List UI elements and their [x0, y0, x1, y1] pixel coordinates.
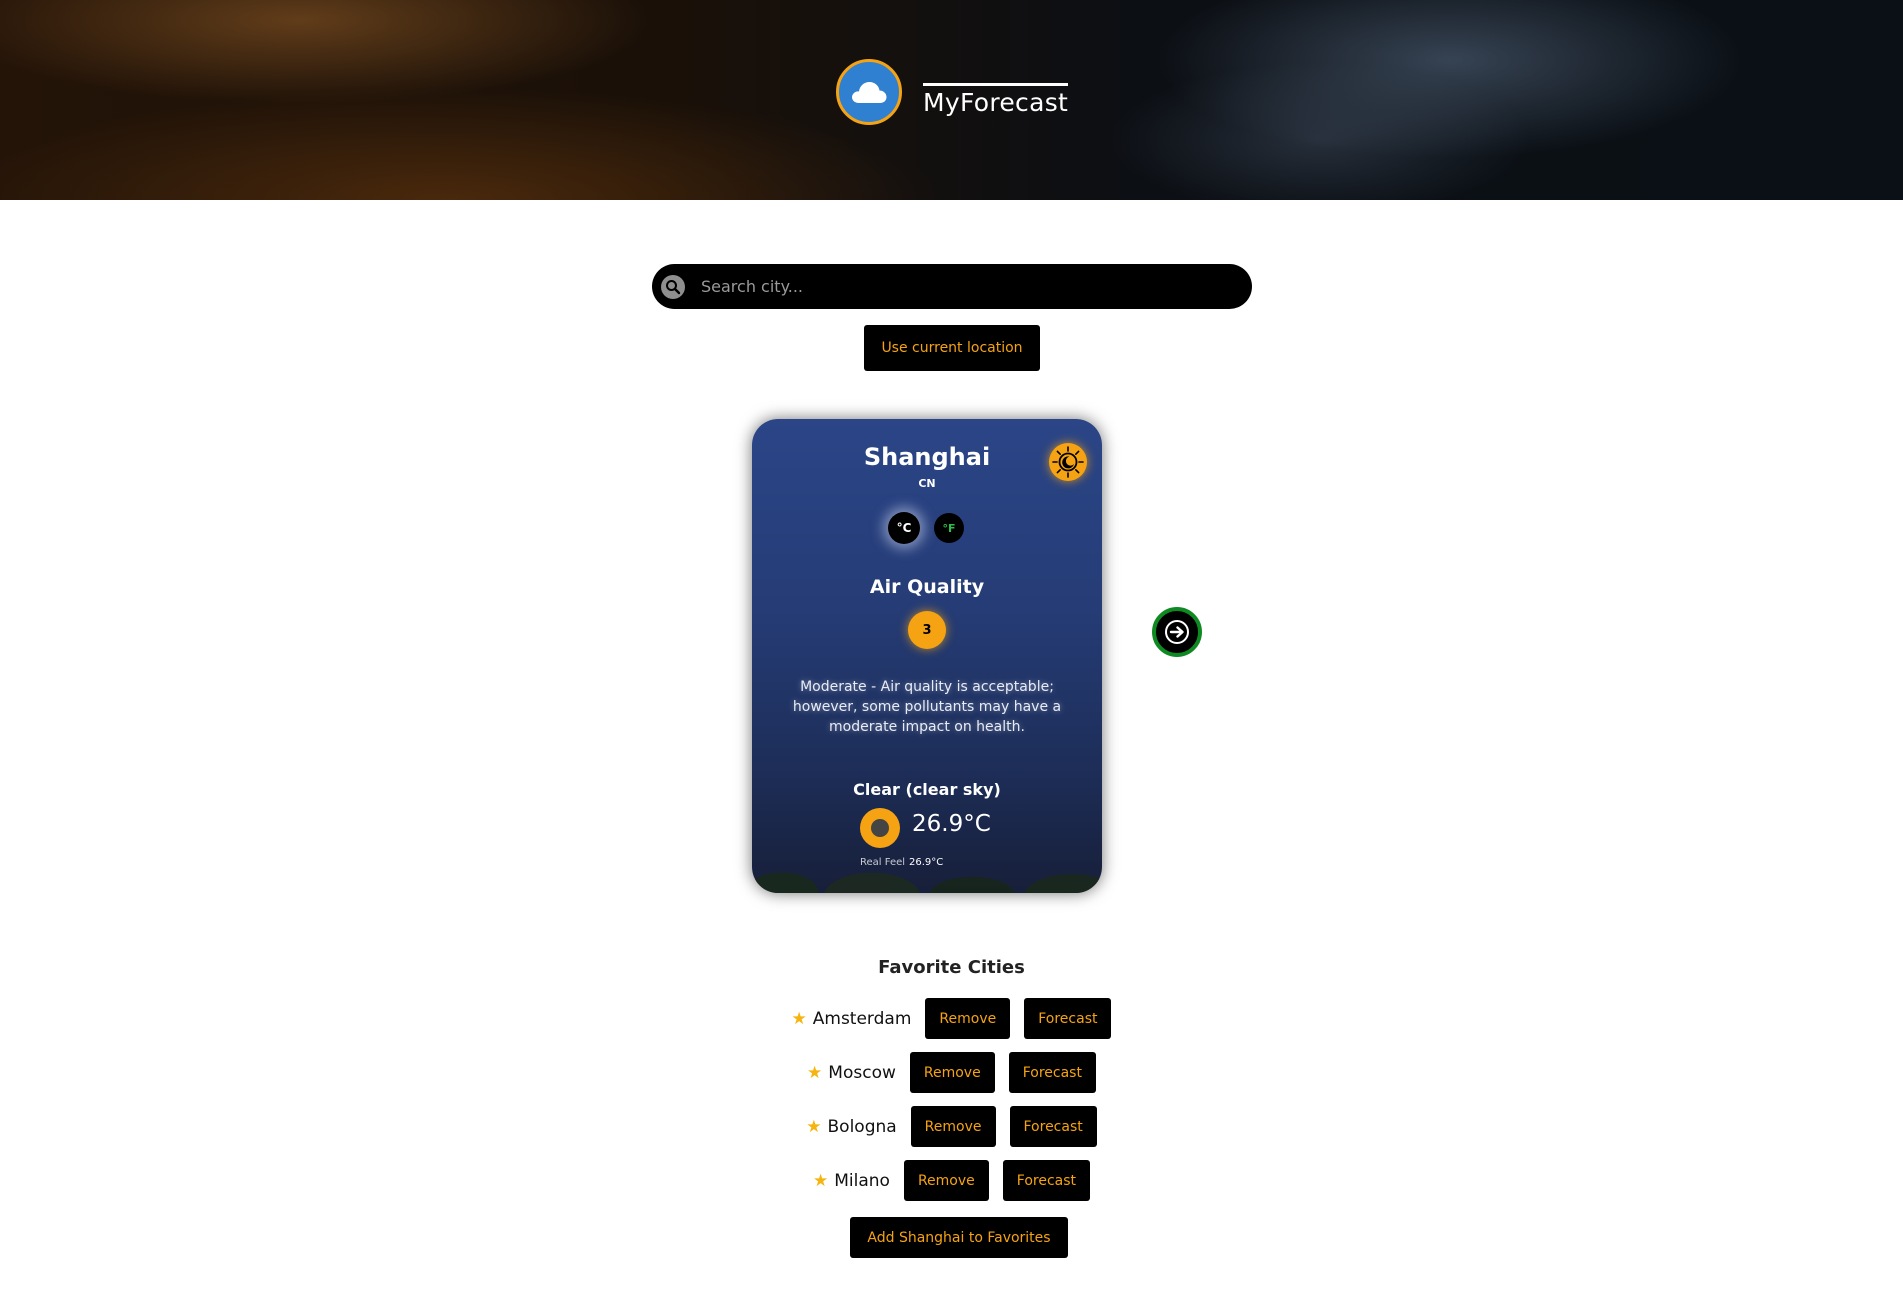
star-icon: ★: [812, 1170, 829, 1191]
celsius-toggle[interactable]: °C: [888, 512, 920, 544]
real-feel-label: Real Feel: [860, 857, 906, 868]
favorite-item: ★ Amsterdam Remove Forecast: [0, 998, 1903, 1039]
air-quality-index-badge: 3: [908, 611, 946, 649]
header-banner: MyForecast: [0, 0, 1903, 200]
app-logo: [836, 59, 902, 125]
favorite-item: ★ Milano Remove Forecast: [0, 1160, 1903, 1201]
remove-favorite-button[interactable]: Remove: [903, 1160, 989, 1201]
remove-favorite-button[interactable]: Remove: [925, 998, 1011, 1039]
star-icon: ★: [807, 1062, 823, 1083]
country-code: CN: [918, 477, 936, 490]
sun-moon-icon: [1052, 446, 1084, 478]
cloud-icon: [852, 82, 887, 103]
weather-card: Shanghai CN °C °F Air Quality 3 Moderate…: [752, 419, 1102, 893]
temperature: 26.9°C: [912, 811, 991, 837]
app-title: MyForecast: [923, 83, 1069, 117]
favorite-item: ★ Moscow Remove Forecast: [0, 1052, 1903, 1093]
clear-sky-icon: [860, 808, 900, 848]
remove-favorite-button[interactable]: Remove: [909, 1052, 995, 1093]
add-to-favorites-button[interactable]: Add Shanghai to Favorites: [850, 1217, 1068, 1258]
theme-toggle-button[interactable]: [1049, 443, 1087, 481]
favorite-city-name: Moscow: [828, 1062, 896, 1083]
favorite-city-name: Amsterdam: [812, 1008, 912, 1029]
search-bar[interactable]: [652, 264, 1252, 309]
weather-condition: Clear (clear sky): [853, 780, 1001, 799]
fahrenheit-toggle[interactable]: °F: [934, 513, 964, 543]
forecast-button[interactable]: Forecast: [1024, 998, 1112, 1039]
favorite-city-name: Milano: [834, 1170, 890, 1191]
arrow-right-icon: [1165, 620, 1189, 644]
real-feel-value: 26.9°C: [909, 857, 944, 868]
search-icon[interactable]: [661, 274, 685, 299]
remove-favorite-button[interactable]: Remove: [910, 1106, 996, 1147]
search-input[interactable]: [699, 276, 1223, 297]
air-quality-description: Moderate - Air quality is acceptable; ho…: [792, 679, 1062, 735]
favorite-item: ★ Bologna Remove Forecast: [0, 1106, 1903, 1147]
favorite-city-name: Bologna: [827, 1116, 897, 1137]
favorites-title: Favorite Cities: [878, 957, 1025, 978]
real-feel: Real Feel 26.9°C: [860, 857, 943, 868]
star-icon: ★: [806, 1116, 822, 1137]
next-city-button[interactable]: [1152, 607, 1202, 657]
forecast-button[interactable]: Forecast: [1002, 1160, 1091, 1201]
forecast-button[interactable]: Forecast: [1009, 1106, 1097, 1147]
use-current-location-button[interactable]: Use current location: [864, 325, 1040, 371]
star-icon: ★: [791, 1008, 807, 1029]
air-quality-title: Air Quality: [869, 576, 985, 598]
forecast-button[interactable]: Forecast: [1008, 1052, 1096, 1093]
